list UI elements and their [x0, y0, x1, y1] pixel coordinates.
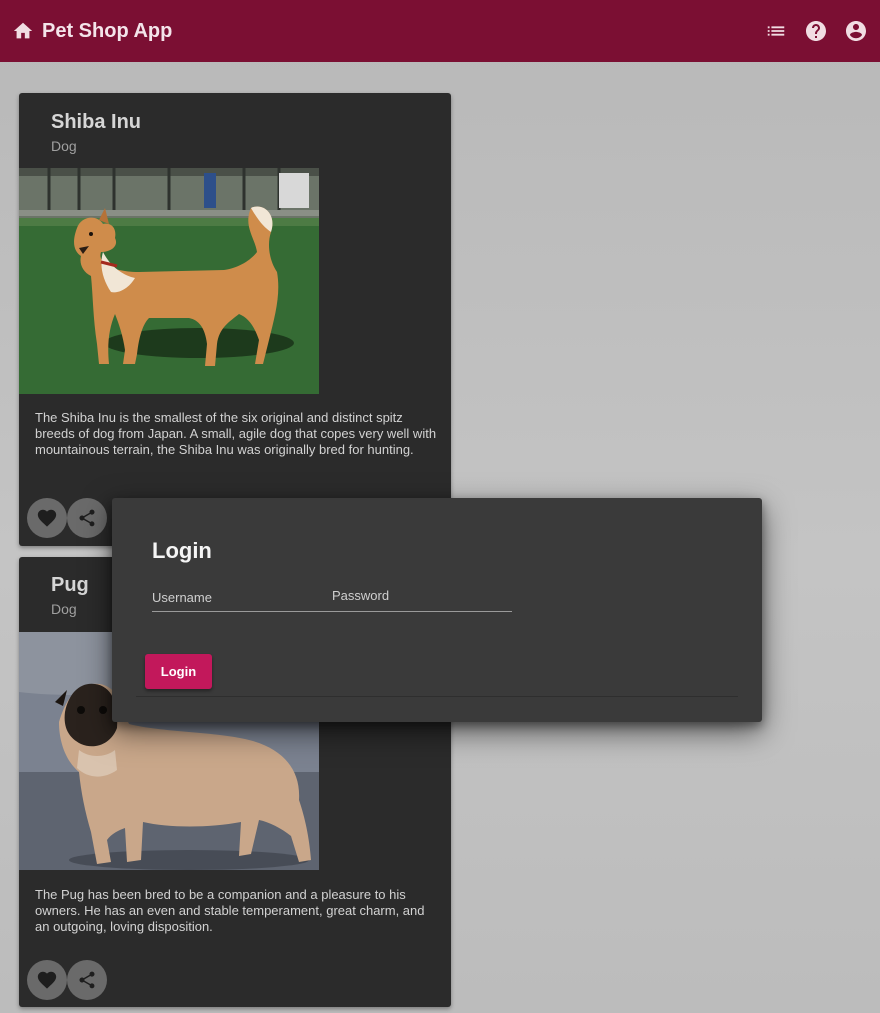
card-subtitle: Dog: [51, 601, 77, 617]
share-icon: [79, 971, 95, 989]
card-actions: [27, 498, 107, 538]
account-circle-icon[interactable]: [844, 19, 868, 43]
app-toolbar: Pet Shop App: [0, 0, 880, 62]
heart-icon: [37, 971, 57, 989]
card-description: The Pug has been bred to be a companion …: [35, 887, 425, 934]
password-field[interactable]: Password: [332, 584, 512, 612]
card-title: Pug: [51, 574, 89, 596]
favorite-button[interactable]: [27, 498, 67, 538]
username-input[interactable]: [152, 594, 332, 609]
card-title: Shiba Inu: [51, 111, 141, 133]
share-icon: [79, 509, 95, 527]
login-button[interactable]: Login: [145, 654, 212, 689]
card-actions: [27, 960, 107, 1000]
home-icon[interactable]: [12, 20, 34, 42]
login-dialog: Login Username Password Login: [112, 498, 762, 722]
password-input[interactable]: [332, 594, 512, 609]
username-field[interactable]: Username: [152, 584, 332, 612]
dialog-title: Login: [152, 538, 212, 563]
card-subtitle: Dog: [51, 138, 77, 154]
page: Pet Shop App Shiba Inu Dog The Shiba Inu…: [0, 0, 880, 1013]
share-button[interactable]: [67, 498, 107, 538]
share-button[interactable]: [67, 960, 107, 1000]
dialog-divider: [136, 696, 738, 697]
heart-icon: [37, 509, 57, 527]
card-description: The Shiba Inu is the smallest of the six…: [35, 410, 437, 457]
help-icon[interactable]: [804, 19, 828, 43]
favorite-button[interactable]: [27, 960, 67, 1000]
list-icon[interactable]: [764, 19, 788, 43]
app-title: Pet Shop App: [42, 19, 173, 42]
pet-card-shiba-inu: Shiba Inu Dog The Shiba Inu is the small…: [19, 93, 451, 546]
shiba-inu-photo: [19, 168, 319, 394]
